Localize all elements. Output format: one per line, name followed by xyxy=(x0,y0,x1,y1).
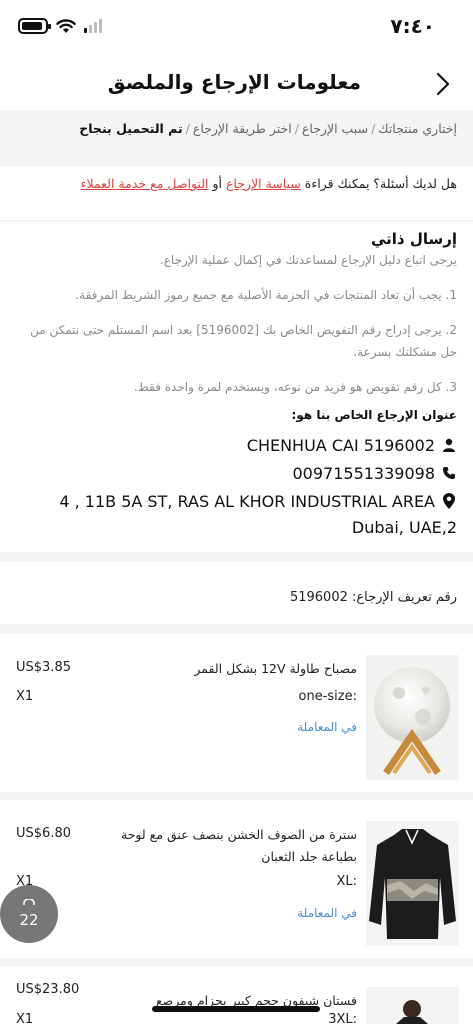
item-status: في المعاملة xyxy=(297,906,357,920)
recipient-name: CHENHUA CAI 5196002 xyxy=(246,435,435,455)
location-pin-icon xyxy=(441,493,457,509)
page-title: معلومات الإرجاع والملصق xyxy=(107,70,361,94)
product-image xyxy=(366,655,459,780)
product-quantity: X1 xyxy=(16,689,34,704)
breadcrumb: إختاري منتجاتك/سبب الإرجاع/اختر طريقة ال… xyxy=(0,112,473,156)
contact-support-link[interactable]: التواصل مع خدمة العملاء xyxy=(81,176,209,191)
status-bar: ٧:٤٠ xyxy=(0,0,473,58)
product-price: US$3.85 xyxy=(16,660,71,675)
battery-icon xyxy=(18,18,51,34)
breadcrumb-current-step: تم التحميل بنجاح xyxy=(79,121,183,136)
address-city: 2,Dubai, UAE xyxy=(351,518,457,537)
product-quantity: X1 xyxy=(16,1012,34,1024)
status-time: ٧:٤٠ xyxy=(390,14,435,38)
instruction-step: 3. كل رقم تفويض هو فريد من نوعه، ويستخدم… xyxy=(133,380,457,394)
help-prefix: هل لديك أسئلة؟ يمكنك قراءة xyxy=(300,176,457,191)
product-name: مصباح طاولة 12V بشكل القمر xyxy=(194,661,357,676)
cart-button[interactable]: 22 xyxy=(0,885,58,943)
breadcrumb-step: إختاري منتجاتك xyxy=(378,121,457,136)
chevron-right-icon xyxy=(436,72,450,96)
product-image xyxy=(366,987,459,1024)
help-or: أو xyxy=(208,176,226,191)
return-item[interactable]: مصباح طاولة 12V بشكل القمر US$3.85 X1 on… xyxy=(0,634,473,792)
breadcrumb-separator: / xyxy=(185,121,190,136)
home-indicator xyxy=(152,1006,320,1012)
product-name: سترة من الصوف الخشن بنصف عنق مع لوحة بطب… xyxy=(121,827,357,864)
wifi-icon xyxy=(56,19,76,33)
return-id-card: رقم تعريف الإرجاع: 5196002 xyxy=(0,562,473,624)
instruction-step: 1. يجب أن تعاد المنتجات في الحزمة الأصلي… xyxy=(75,288,457,302)
instructions-card: إرسال ذاتي يرجى اتباع دليل الإرجاع لمساع… xyxy=(0,222,473,552)
product-image xyxy=(366,821,459,946)
breadcrumb-step: اختر طريقة الإرجاع xyxy=(192,121,292,136)
help-card: هل لديك أسئلة؟ يمكنك قراءة سياسة الإرجاع… xyxy=(0,166,473,220)
person-icon xyxy=(441,437,457,453)
address-street: 4 , 11B 5A ST, RAS AL KHOR INDUSTRIAL AR… xyxy=(59,491,435,511)
phone-line: 00971551339098 xyxy=(16,459,457,487)
product-size: one-size: xyxy=(298,689,357,704)
breadcrumb-separator: / xyxy=(294,121,299,136)
signal-icon xyxy=(84,19,102,33)
phone-icon xyxy=(441,465,457,481)
product-size: 3XL: xyxy=(328,1012,357,1024)
product-price: US$23.80 xyxy=(16,982,80,997)
breadcrumb-step: سبب الإرجاع xyxy=(301,121,369,136)
instructions-subtitle: يرجى اتباع دليل الإرجاع لمساعدتك في إكما… xyxy=(159,253,457,267)
item-status: في المعاملة xyxy=(297,720,357,734)
instructions-title: إرسال ذاتي xyxy=(370,230,457,248)
header: معلومات الإرجاع والملصق xyxy=(0,58,473,110)
return-item[interactable]: سترة من الصوف الخشن بنصف عنق مع لوحة بطب… xyxy=(0,800,473,958)
cart-count: 22 xyxy=(19,911,39,929)
return-item[interactable]: فستان شيفون حجم كبير بحزام ومرصع US$23.8… xyxy=(0,966,473,1024)
status-icons xyxy=(18,18,102,34)
back-button[interactable] xyxy=(427,68,459,100)
return-id-label: رقم تعريف الإرجاع: xyxy=(352,590,457,605)
breadcrumb-separator: / xyxy=(371,121,376,136)
return-id-value: 5196002 xyxy=(289,590,348,605)
return-policy-link[interactable]: سياسة الإرجاع xyxy=(226,176,301,191)
product-size: XL: xyxy=(336,874,357,889)
address-label: عنوان الإرجاع الخاص بنا هو: xyxy=(291,408,457,422)
address-line: 4 , 11B 5A ST, RAS AL KHOR INDUSTRIAL AR… xyxy=(16,487,457,515)
product-price: US$6.80 xyxy=(16,826,71,841)
recipient-line: CHENHUA CAI 5196002 xyxy=(16,431,457,459)
phone-number: 00971551339098 xyxy=(292,463,435,483)
instruction-step: 2. يرجى إدراج رقم التفويض الخاص بك [5196… xyxy=(30,323,457,359)
